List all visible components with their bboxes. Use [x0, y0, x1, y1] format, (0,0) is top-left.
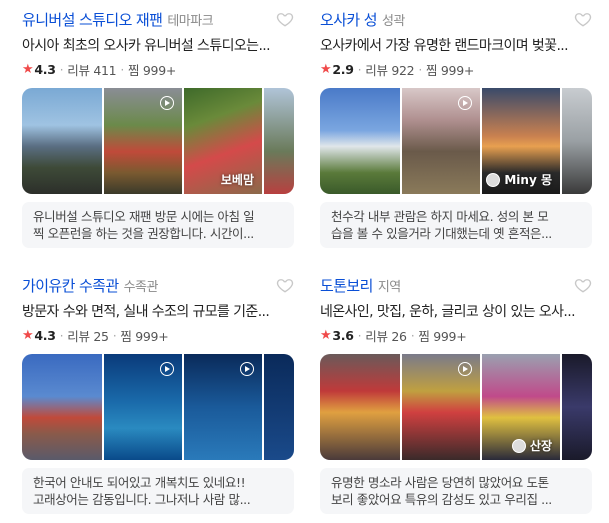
place-name[interactable]: 오사카 성 — [320, 9, 378, 30]
play-icon[interactable] — [160, 362, 174, 376]
photo[interactable]: 산장 — [482, 354, 560, 460]
place-category: 지역 — [377, 279, 401, 295]
photo[interactable]: Miny 몽 — [482, 88, 560, 194]
photo[interactable] — [22, 88, 102, 194]
save-count: 찜 999+ — [120, 328, 169, 344]
place-description: 방문자 수와 면적, 실내 수조의 규모를 기준... — [22, 304, 270, 320]
star-icon: ★ — [320, 327, 332, 343]
star-icon: ★ — [320, 61, 332, 77]
photo[interactable]: 보베맘 — [184, 88, 262, 194]
place-description: 오사카에서 가장 유명한 랜드마크이며 벚꽃... — [320, 38, 569, 54]
rating: 4.3 — [34, 327, 56, 343]
star-icon: ★ — [22, 61, 34, 77]
review-count: 리뷰 922 — [365, 62, 415, 78]
heart-icon[interactable] — [276, 276, 294, 294]
photo[interactable] — [562, 88, 592, 194]
place-meta: ★ 4.3 · 리뷰 411 · 찜 999+ — [22, 61, 177, 78]
photo-gallery[interactable]: 보베맘 — [22, 88, 294, 194]
review-count: 리뷰 25 — [67, 328, 109, 344]
photo[interactable] — [562, 354, 592, 460]
photo[interactable] — [22, 354, 102, 460]
heart-icon[interactable] — [574, 10, 592, 28]
save-count: 찜 999+ — [418, 328, 467, 344]
place-name[interactable]: 유니버설 스튜디오 재팬 — [22, 9, 163, 30]
photo[interactable] — [264, 354, 294, 460]
place-meta: ★ 3.6 · 리뷰 26 · 찜 999+ — [320, 327, 467, 344]
avatar — [511, 438, 526, 453]
rating: 3.6 — [332, 327, 354, 343]
photo[interactable] — [320, 88, 400, 194]
photo[interactable] — [184, 354, 262, 460]
photo-author: 보베맘 — [220, 173, 254, 187]
photo-gallery[interactable]: Miny 몽 — [320, 88, 592, 194]
rating: 4.3 — [34, 61, 56, 77]
review-snippet[interactable]: 천수각 내부 관람은 하지 마세요. 성의 본 모 습을 볼 수 있을거라 기대… — [320, 202, 592, 248]
photo[interactable] — [320, 354, 400, 460]
place-card-osaka-castle[interactable]: 오사카 성 성곽 오사카에서 가장 유명한 랜드마크이며 벚꽃... ★ 2.9… — [320, 6, 592, 248]
review-snippet[interactable]: 한국어 안내도 되어있고 개복치도 있네요!! 고래상어는 감동입니다. 그나저… — [22, 468, 294, 514]
photo-author: Miny 몽 — [486, 171, 552, 188]
save-count: 찜 999+ — [426, 62, 475, 78]
photo[interactable] — [402, 354, 480, 460]
heart-icon[interactable] — [276, 10, 294, 28]
place-card-dotonbori[interactable]: 도톤보리 지역 네온사인, 맛집, 운하, 글리코 상이 있는 오사... ★ … — [320, 272, 592, 514]
play-icon[interactable] — [160, 96, 174, 110]
avatar — [486, 172, 501, 187]
place-description: 네온사인, 맛집, 운하, 글리코 상이 있는 오사... — [320, 304, 576, 320]
photo[interactable] — [104, 354, 182, 460]
review-count: 리뷰 26 — [365, 328, 407, 344]
review-snippet[interactable]: 유니버설 스튜디오 재팬 방문 시에는 아침 일 찍 오픈런을 하는 것을 권장… — [22, 202, 294, 248]
photo-gallery[interactable] — [22, 354, 294, 460]
photo[interactable] — [402, 88, 480, 194]
photo[interactable] — [104, 88, 182, 194]
save-count: 찜 999+ — [128, 62, 177, 78]
play-icon[interactable] — [458, 362, 472, 376]
rating: 2.9 — [332, 61, 354, 77]
place-description: 아시아 최초의 오사카 유니버설 스튜디오는... — [22, 38, 271, 54]
review-count: 리뷰 411 — [67, 62, 117, 78]
play-icon[interactable] — [240, 362, 254, 376]
photo-gallery[interactable]: 산장 — [320, 354, 592, 460]
heart-icon[interactable] — [574, 276, 592, 294]
place-category: 테마파크 — [167, 13, 214, 29]
play-icon[interactable] — [458, 96, 472, 110]
photo-author: 산장 — [511, 437, 552, 454]
review-snippet[interactable]: 유명한 명소라 사람은 당연히 많았어요 도톤 보리 좋았어요 특유의 감성도 … — [320, 468, 592, 514]
star-icon: ★ — [22, 327, 34, 343]
place-category: 수족관 — [123, 279, 159, 295]
place-name[interactable]: 도톤보리 — [320, 275, 373, 296]
place-category: 성곽 — [381, 13, 405, 29]
photo[interactable] — [264, 88, 294, 194]
place-name[interactable]: 가이유칸 수족관 — [22, 275, 119, 296]
place-card-kaiyukan[interactable]: 가이유칸 수족관 수족관 방문자 수와 면적, 실내 수조의 규모를 기준...… — [22, 272, 294, 514]
place-card-usj[interactable]: 유니버설 스튜디오 재팬 테마파크 아시아 최초의 오사카 유니버설 스튜디오는… — [22, 6, 294, 248]
place-meta: ★ 4.3 · 리뷰 25 · 찜 999+ — [22, 327, 169, 344]
place-meta: ★ 2.9 · 리뷰 922 · 찜 999+ — [320, 61, 475, 78]
